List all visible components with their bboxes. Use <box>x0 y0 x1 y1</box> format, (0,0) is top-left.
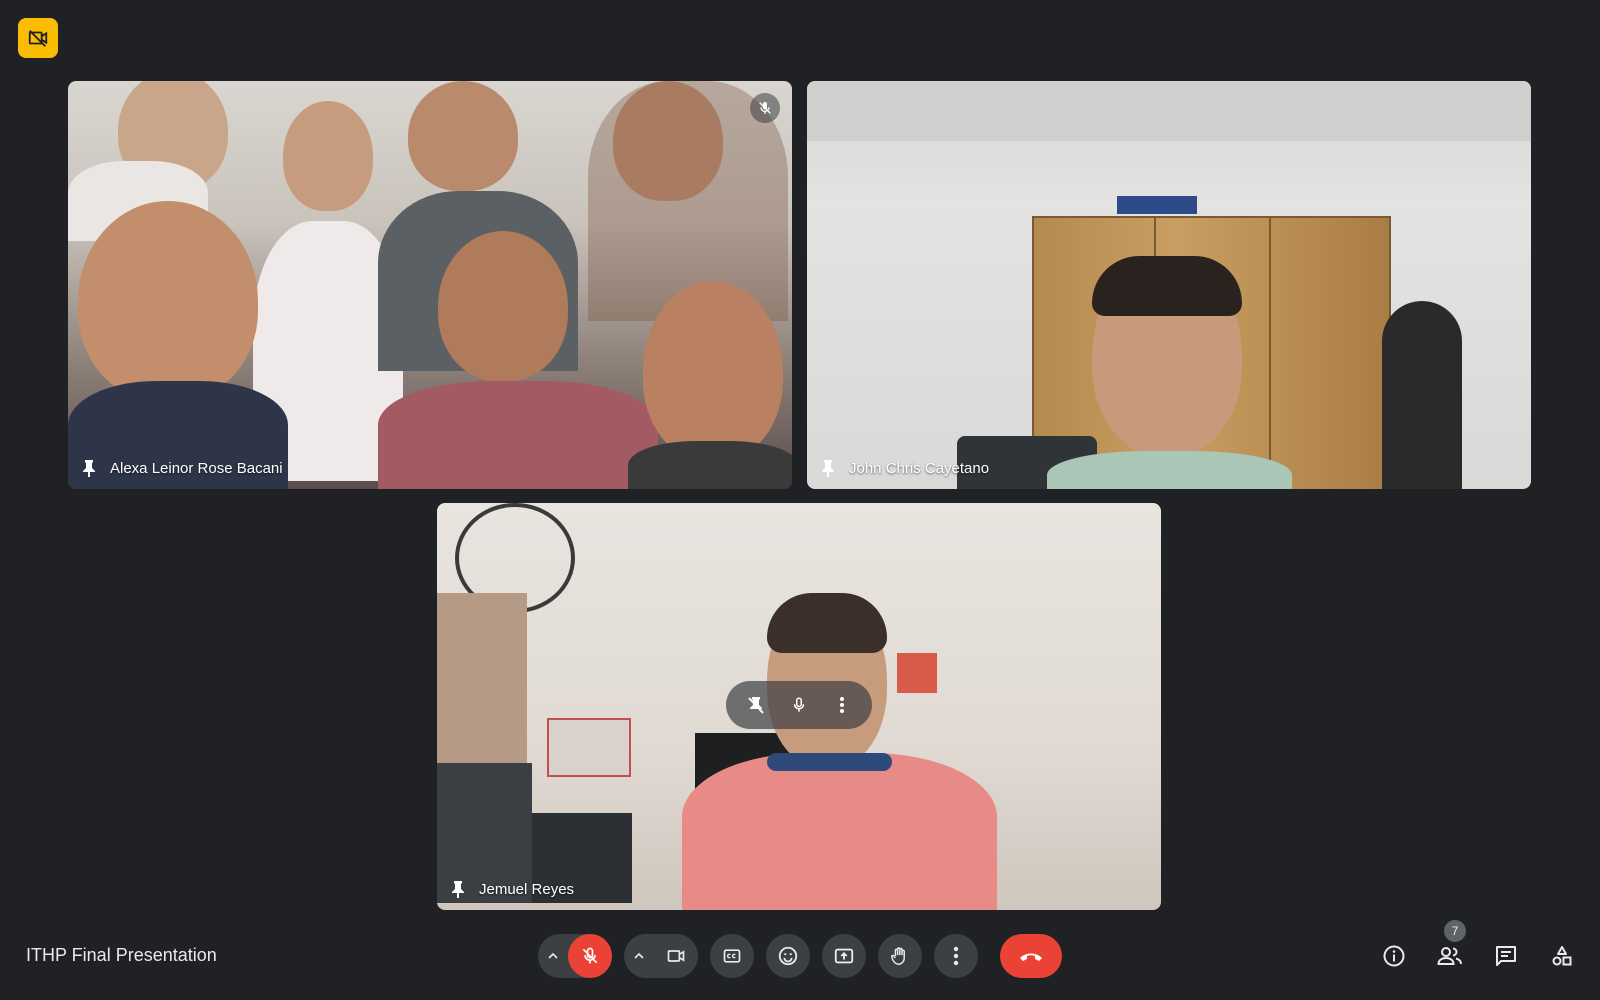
participant-name-bar: Alexa Leinor Rose Bacani <box>80 459 283 477</box>
present-screen-button[interactable] <box>822 934 866 978</box>
audio-options-button[interactable] <box>538 934 568 978</box>
pin-off-icon <box>747 697 764 714</box>
tile-more-options-button[interactable] <box>826 689 858 721</box>
people-icon <box>1437 947 1462 965</box>
camera-icon <box>667 950 685 962</box>
participant-video <box>68 81 792 489</box>
more-options-icon <box>953 946 959 966</box>
people-button[interactable]: 7 <box>1428 920 1472 978</box>
muted-indicator <box>750 93 780 123</box>
activities-button[interactable] <box>1540 934 1584 978</box>
call-controls <box>538 934 1062 978</box>
camera-off-badge[interactable] <box>18 18 58 58</box>
camera-toggle-button[interactable] <box>654 934 698 978</box>
chevron-up-icon <box>548 953 558 959</box>
tile-hover-controls <box>726 681 872 729</box>
video-options-button[interactable] <box>624 934 654 978</box>
mic-off-icon <box>582 947 598 964</box>
video-tile-3[interactable]: Jemuel Reyes <box>437 503 1161 910</box>
more-vertical-icon <box>840 697 845 713</box>
captions-button[interactable] <box>710 934 754 978</box>
meeting-details-button[interactable] <box>1372 934 1416 978</box>
more-options-button[interactable] <box>934 934 978 978</box>
raise-hand-icon <box>891 947 905 965</box>
end-call-button[interactable] <box>1000 934 1062 978</box>
video-tile-2[interactable]: John Chris Cayetano <box>807 81 1531 489</box>
emoji-icon <box>778 946 798 966</box>
camera-off-icon <box>28 30 48 47</box>
closed-captions-icon <box>723 949 741 963</box>
present-screen-icon <box>834 948 854 964</box>
audio-control-group <box>538 934 612 978</box>
participant-name-bar: Jemuel Reyes <box>449 880 574 898</box>
emoji-reaction-button[interactable] <box>766 934 810 978</box>
video-tile-1[interactable]: Alexa Leinor Rose Bacani <box>68 81 792 489</box>
microphone-toggle-button[interactable] <box>568 934 612 978</box>
mic-off-icon <box>759 102 771 114</box>
pin-icon[interactable] <box>80 459 98 477</box>
mute-participant-button[interactable] <box>783 689 815 721</box>
chat-icon <box>1496 946 1516 966</box>
chevron-up-icon <box>634 953 644 959</box>
participant-count-badge: 7 <box>1444 920 1466 942</box>
pin-icon[interactable] <box>449 880 467 898</box>
mic-icon <box>793 697 805 712</box>
participant-name: Alexa Leinor Rose Bacani <box>110 459 283 477</box>
info-icon <box>1383 945 1405 967</box>
video-control-group <box>624 934 698 978</box>
participant-video <box>807 81 1531 489</box>
participant-name: Jemuel Reyes <box>479 880 575 898</box>
end-call-icon <box>1020 953 1042 961</box>
participant-name: John Chris Cayetano <box>849 459 990 477</box>
pin-icon[interactable] <box>819 459 837 477</box>
meeting-title: ITHP Final Presentation <box>26 945 217 965</box>
raise-hand-button[interactable] <box>878 934 922 978</box>
meeting-side-actions: 7 <box>1372 920 1584 978</box>
participant-name-bar: John Chris Cayetano <box>819 459 989 477</box>
unpin-button[interactable] <box>740 689 772 721</box>
activities-icon <box>1552 946 1572 966</box>
chat-button[interactable] <box>1484 934 1528 978</box>
